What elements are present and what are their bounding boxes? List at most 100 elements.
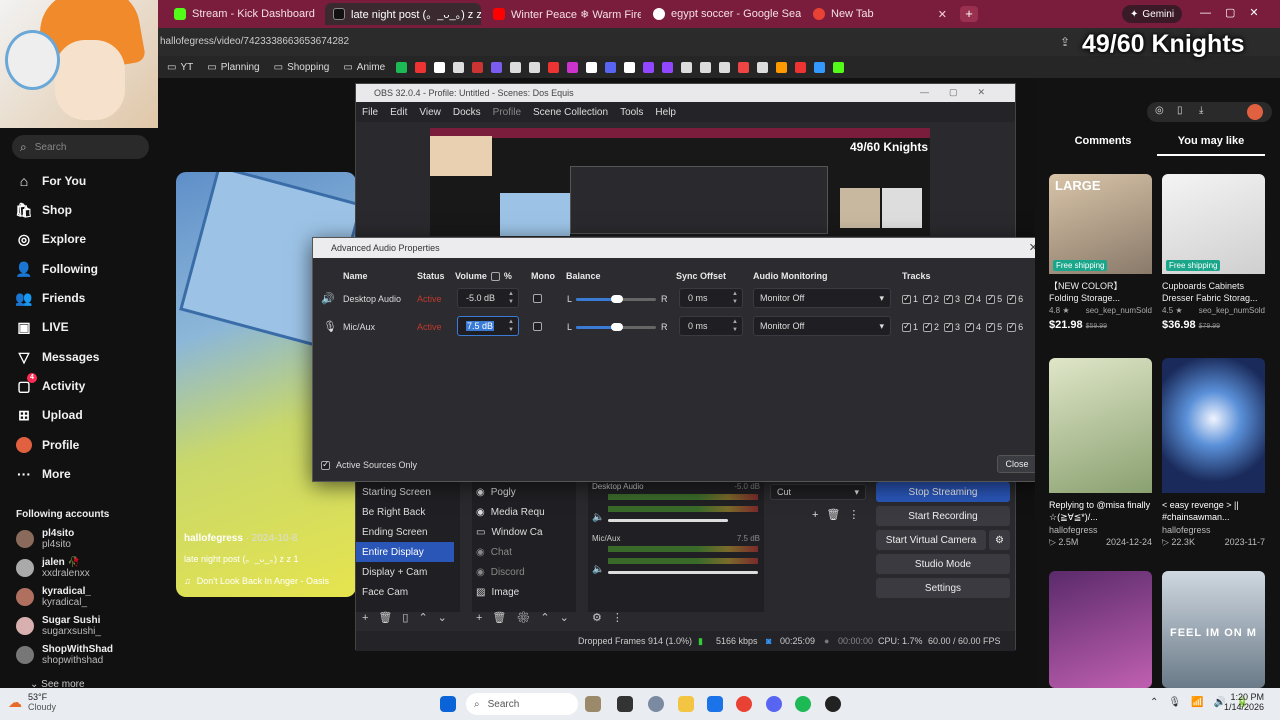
nav-activity[interactable]: ▢ 4 Activity [16,373,85,394]
gear-icon[interactable]: ⚙ [989,530,1010,550]
track-checkbox[interactable] [944,293,954,304]
scene-item[interactable]: Display + Cam [356,562,454,582]
bookmark-favicon-icon[interactable] [757,61,769,73]
discord-icon[interactable] [766,696,782,712]
scene-item[interactable]: Starting Screen [356,482,454,502]
spin-arrows-icon[interactable]: ▲ ▼ [730,290,740,306]
phone-icon[interactable]: ▯ [1177,105,1183,116]
task-view-icon[interactable] [617,696,633,712]
window-controls[interactable]: —▢✕ [920,87,1005,98]
transition-select[interactable]: Cut [770,484,866,500]
source-item[interactable]: ◉ Discord [472,562,562,582]
bookmark-favicon-icon[interactable] [814,61,826,73]
start-recording-button[interactable]: Start Recording [876,506,1010,526]
chrome-icon[interactable] [736,696,752,712]
track-checkbox[interactable] [986,321,996,332]
menu-scene-collection[interactable]: Scene Collection [527,107,614,118]
menu-view[interactable]: View [413,107,447,118]
source-item[interactable]: ▭ Window Ca [472,522,562,542]
mono-checkbox[interactable] [533,294,542,303]
video-music[interactable]: ♫ Don't Look Back In Anger - Oasis [184,576,329,586]
active-only-checkbox[interactable] [321,459,330,470]
start-virtual-camera-button[interactable]: Start Virtual Camera [876,530,986,550]
search-input[interactable]: ⌕ Search [12,135,149,159]
volume-spinbox[interactable]: -5.0 dB ▲ ▼ [457,288,519,308]
close-icon[interactable]: ✕ [321,8,322,21]
compass-icon[interactable]: ◎ [1155,105,1164,116]
nav-profile[interactable]: Profile [16,437,79,453]
sync-offset-spinbox[interactable]: 0 ms ▲ ▼ [679,316,743,336]
bookmark-favicon-icon[interactable] [700,61,712,73]
bookmark-favicon-icon[interactable] [776,61,788,73]
track-checkbox[interactable] [923,293,933,304]
new-tab-button[interactable]: + [960,6,978,22]
nav-shop[interactable]: 🛍 Shop [15,202,72,218]
tab-new-tab[interactable]: New Tab ✕ [805,3,955,25]
account-item[interactable]: kyradical_ kyradical_ [16,586,91,608]
video-author[interactable]: hallofegress · 2024-10-8 [184,533,297,544]
monitoring-select[interactable]: Monitor Off [753,288,891,308]
mixer-toolbar-icons[interactable]: ⚙⋮ [592,611,633,624]
source-toolbar-icons[interactable]: +🗑⚙⌃⌄ [476,611,579,624]
account-item[interactable]: pl4sito pl4sito [16,528,74,550]
scene-item[interactable]: Face Cam [356,582,454,602]
bookmark-favicon-icon[interactable] [415,61,427,73]
bookmark-favicon-icon[interactable] [510,61,522,73]
active-sources-only-toggle[interactable]: Active Sources Only [321,459,417,470]
scene-toolbar-icons[interactable]: +🗑▯⌃⌄ [362,611,457,624]
url-field[interactable]: hallofegress/video/7423338663653674282 [160,36,349,47]
nav-following[interactable]: 👤 Following [15,261,98,277]
source-item[interactable]: ▨ Image [472,582,562,602]
product-card[interactable]: LARGE Free shipping 【NEW COLOR】 Folding … [1049,174,1152,331]
tab-google-search[interactable]: egypt soccer - Google Search ✕ [645,3,801,25]
nav-live[interactable]: ▣ LIVE [16,319,68,335]
spotify-icon[interactable] [795,696,811,712]
track-checkbox[interactable] [1007,321,1017,332]
bookmark-favicon-icon[interactable] [738,61,750,73]
bookmark-favicon-icon[interactable] [643,61,655,73]
volume-slider[interactable] [608,519,728,522]
track-checkbox[interactable] [902,321,911,332]
start-icon[interactable] [440,696,456,712]
bookmark-favicon-icon[interactable] [586,61,598,73]
gemini-button[interactable]: ✦ Gemini [1122,5,1183,23]
bookmark-favicon-icon[interactable] [662,61,674,73]
store-icon[interactable] [707,696,723,712]
track-checkbox[interactable] [986,293,996,304]
clock[interactable]: 1:20 PM 1/14/2026 [1224,692,1264,712]
speaker-icon[interactable]: 🔈 [592,512,604,523]
video-thumbnail[interactable] [1049,571,1152,688]
track-checkbox[interactable] [1007,293,1017,304]
menu-tools[interactable]: Tools [614,107,649,118]
window-controls[interactable]: —▢✕ [1200,6,1273,19]
tab-you-may-like[interactable]: You may like [1157,135,1265,147]
close-button[interactable]: Close [997,455,1037,473]
bookmark-favicon-icon[interactable] [833,61,845,73]
balance-knob[interactable] [611,323,623,331]
video-card[interactable]: < easy revenge > || #chainsawman... hall… [1162,358,1265,548]
bookmark-favicon-icon[interactable] [548,61,560,73]
scene-item[interactable]: Be Right Back [356,502,454,522]
studio-mode-button[interactable]: Studio Mode [876,554,1010,574]
bookmark-shopping[interactable]: ▭ Shopping [267,62,337,73]
speaker-icon[interactable]: 🔈 [592,564,604,575]
volume-spinbox[interactable]: 7.5 dB ▲ ▼ [457,316,519,336]
tab-kick-dashboard[interactable]: Stream - Kick Dashboard ✕ [166,3,322,25]
nav-friends[interactable]: 👥 Friends [15,290,85,306]
track-checkbox[interactable] [902,293,911,304]
nav-more[interactable]: ··· More [16,466,71,482]
extensions-icon[interactable]: ⇪ [1060,35,1070,49]
track-checkbox[interactable] [923,321,933,332]
volume-slider[interactable] [608,571,758,574]
settings-icon[interactable] [648,696,664,712]
taskbar-search[interactable]: ⌕ Search [466,693,578,715]
monitoring-select[interactable]: Monitor Off [753,316,891,336]
bookmark-favicon-icon[interactable] [681,61,693,73]
menu-edit[interactable]: Edit [384,107,413,118]
balance-knob[interactable] [611,295,623,303]
bookmark-favicon-icon[interactable] [719,61,731,73]
percent-checkbox[interactable] [490,271,500,281]
product-card[interactable]: Free shipping Cupboards Cabinets Dresser… [1162,174,1265,331]
tab-comments[interactable]: Comments [1049,135,1157,147]
account-item[interactable]: Sugar Sushi sugarxsushi_ [16,615,101,637]
